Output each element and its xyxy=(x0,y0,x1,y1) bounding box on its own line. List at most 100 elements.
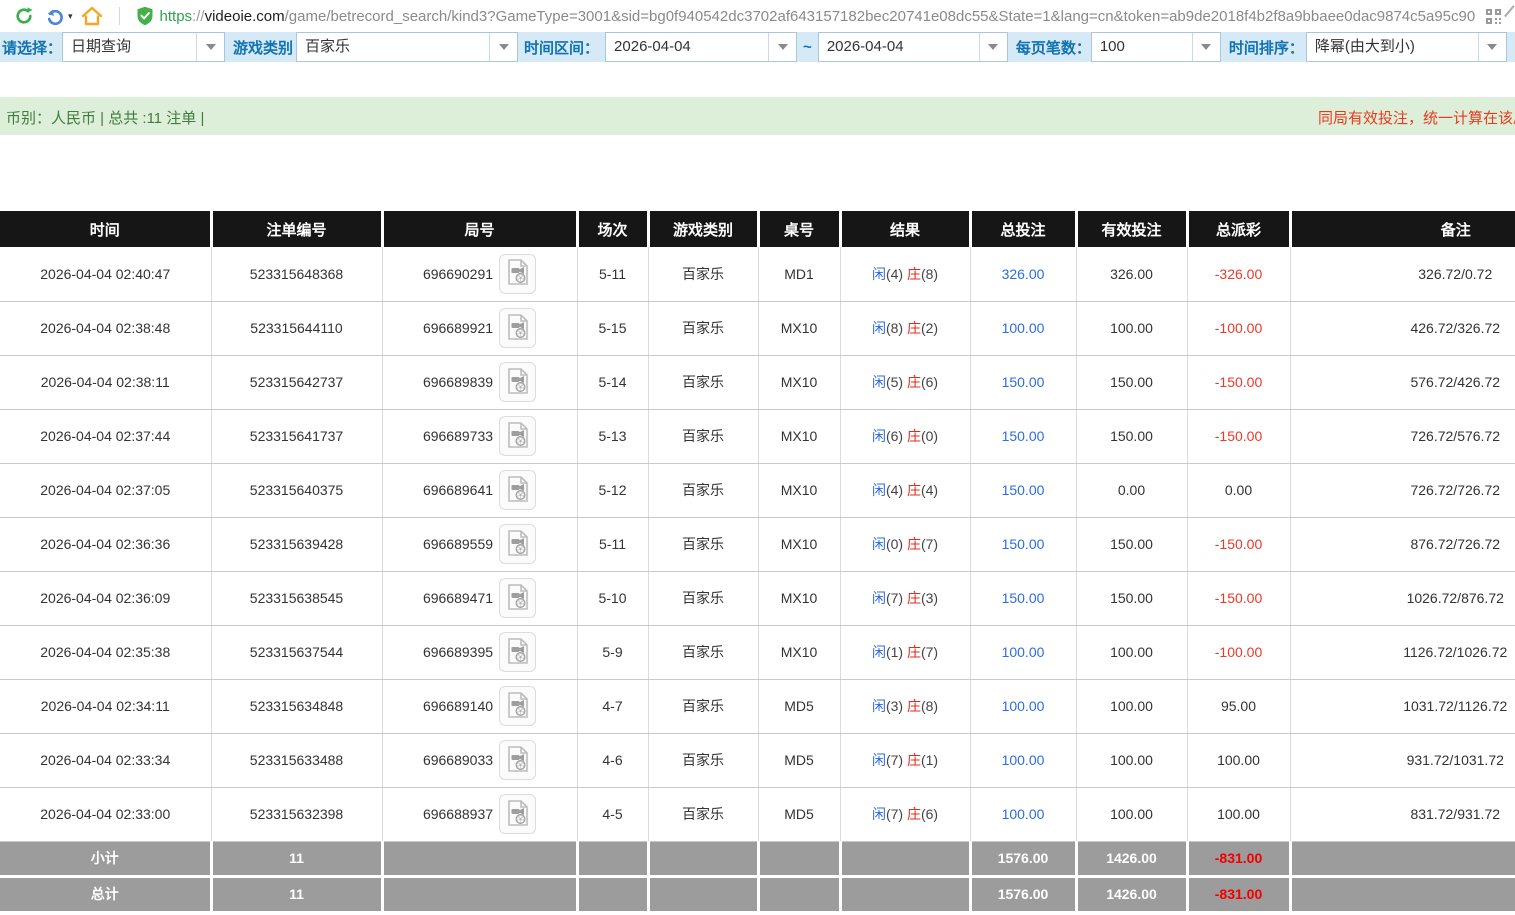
sort-order-value[interactable]: 降幂(由大到小) xyxy=(1307,33,1478,61)
sort-order-combo[interactable]: 降幂(由大到小) xyxy=(1305,32,1507,62)
player-result-points: (4) xyxy=(885,482,907,498)
cell-game-type: 百家乐 xyxy=(648,571,759,626)
video-replay-button[interactable] xyxy=(499,470,537,510)
cell-table: MX10 xyxy=(758,301,841,356)
banker-result-points: (4) xyxy=(920,482,939,498)
chevron-down-icon[interactable] xyxy=(768,33,797,61)
header-total-bet: 总投注 xyxy=(970,211,1078,247)
video-replay-button[interactable] xyxy=(499,416,537,456)
home-icon[interactable] xyxy=(81,6,103,26)
round-number: 696689033 xyxy=(422,752,494,768)
player-result-label: 闲 xyxy=(871,698,886,714)
cell-result: 闲(7) 庄(1) xyxy=(840,733,971,788)
date-to-combo[interactable]: 2026-04-04 xyxy=(817,32,1008,62)
cell-remark: 726.72/576.72 xyxy=(1290,409,1515,464)
summary-bar: 币别：人民币 | 总共 :11 注单 | 同局有效投注，统一计算在该局第一笔 xyxy=(0,97,1515,135)
cell-bet-id: 523315634848 xyxy=(211,679,383,734)
select-mode-combo[interactable]: 日期查询 xyxy=(62,32,226,62)
cell-time: 2026-04-04 02:38:48 xyxy=(0,301,212,356)
video-replay-button[interactable] xyxy=(499,686,537,726)
video-replay-button[interactable] xyxy=(499,632,537,672)
banker-result-points: (7) xyxy=(920,644,939,660)
video-replay-button[interactable] xyxy=(499,578,537,618)
select-mode-value[interactable]: 日期查询 xyxy=(63,33,196,61)
chevron-down-icon[interactable] xyxy=(1191,33,1220,61)
cell-time: 2026-04-04 02:37:44 xyxy=(0,409,212,464)
favorite-star-icon[interactable] xyxy=(1504,5,1515,25)
subtotal-empty xyxy=(382,841,579,876)
cell-bet-id: 523315640375 xyxy=(211,463,383,518)
select-mode-label: 请选择： xyxy=(2,39,63,57)
filter-bar: 请选择： 日期查询 游戏类别 百家乐 时间区间： 2026-04-04 ~ 20… xyxy=(0,32,1515,62)
cell-time: 2026-04-04 02:33:34 xyxy=(0,733,212,788)
chevron-down-icon[interactable] xyxy=(489,33,518,61)
header-remark: 备注 xyxy=(1290,211,1515,247)
cell-remark: 831.72/931.72 xyxy=(1290,787,1515,842)
player-result-label: 闲 xyxy=(871,536,886,552)
cell-payout: 0.00 xyxy=(1187,463,1291,518)
round-number: 696690291 xyxy=(422,265,494,282)
date-from-value[interactable]: 2026-04-04 xyxy=(606,33,768,61)
chevron-down-icon[interactable] xyxy=(196,33,225,61)
sort-order-label: 时间排序： xyxy=(1228,39,1304,57)
player-result-label: 闲 xyxy=(871,265,886,282)
cell-remark: 1026.72/876.72 xyxy=(1290,571,1515,626)
header-payout: 总派彩 xyxy=(1187,211,1292,247)
date-to-value[interactable]: 2026-04-04 xyxy=(819,33,979,61)
bet-record-table: 时间 注单编号 局号 场次 游戏类别 桌号 结果 总投注 有效投注 总派彩 备注… xyxy=(0,211,1515,911)
table-row: 2026-04-04 02:33:34 523315633488 696689033… xyxy=(0,733,1515,788)
subtotal-empty xyxy=(648,841,760,876)
game-type-combo[interactable]: 百家乐 xyxy=(296,32,519,62)
cell-game-type: 百家乐 xyxy=(648,625,759,680)
game-type-value[interactable]: 百家乐 xyxy=(297,33,489,61)
table-row: 2026-04-04 02:38:48 523315644110 696689921… xyxy=(0,301,1515,356)
banker-result-label: 庄 xyxy=(906,320,921,336)
round-number: 696689559 xyxy=(422,536,494,552)
chevron-down-icon[interactable] xyxy=(978,33,1007,61)
cell-session: 5-9 xyxy=(577,625,649,680)
video-replay-button[interactable] xyxy=(499,362,537,402)
cell-game-type: 百家乐 xyxy=(648,787,759,842)
banker-result-points: (8) xyxy=(920,265,939,282)
cell-valid-bet: 326.00 xyxy=(1076,247,1188,302)
cell-payout: 100.00 xyxy=(1187,787,1291,842)
cell-game-type: 百家乐 xyxy=(648,247,759,302)
cell-bet-id: 523315638545 xyxy=(211,571,383,626)
date-from-combo[interactable]: 2026-04-04 xyxy=(605,32,798,62)
chevron-down-icon[interactable] xyxy=(1477,33,1506,61)
cell-time: 2026-04-04 02:34:11 xyxy=(0,679,212,734)
cell-total-bet: 150.00 xyxy=(970,409,1077,464)
table-row: 2026-04-04 02:37:44 523315641737 696689733… xyxy=(0,409,1515,464)
security-shield-icon[interactable] xyxy=(136,6,154,26)
qr-code-icon[interactable] xyxy=(1486,8,1501,24)
undo-icon[interactable] xyxy=(46,7,66,25)
cell-time: 2026-04-04 02:37:05 xyxy=(0,463,212,518)
undo-dropdown-caret-icon[interactable]: ▾ xyxy=(68,11,73,22)
video-replay-button[interactable] xyxy=(499,253,537,294)
cell-table: MX10 xyxy=(758,409,841,464)
video-replay-button[interactable] xyxy=(499,794,537,834)
cell-time: 2026-04-04 02:36:36 xyxy=(0,517,212,572)
cell-game-type: 百家乐 xyxy=(648,355,759,410)
banker-result-label: 庄 xyxy=(906,590,921,606)
refresh-icon[interactable] xyxy=(14,6,34,26)
table-header-row: 时间 注单编号 局号 场次 游戏类别 桌号 结果 总投注 有效投注 总派彩 备注 xyxy=(0,211,1515,247)
round-number: 696689921 xyxy=(422,320,494,336)
round-number: 696689839 xyxy=(422,374,494,390)
video-replay-button[interactable] xyxy=(499,308,537,348)
video-replay-button[interactable] xyxy=(499,740,537,780)
cell-table: MX10 xyxy=(758,517,841,572)
video-replay-button[interactable] xyxy=(499,524,537,564)
page-size-value[interactable]: 100 xyxy=(1092,33,1192,61)
banker-result-label: 庄 xyxy=(906,428,921,444)
cell-remark: 726.72/726.72 xyxy=(1290,463,1515,518)
player-result-label: 闲 xyxy=(871,482,886,498)
page-size-combo[interactable]: 100 xyxy=(1090,32,1221,62)
header-time: 时间 xyxy=(0,211,213,247)
cell-table: MX10 xyxy=(758,571,841,626)
cell-bet-id: 523315633488 xyxy=(211,733,383,788)
cell-bet-id: 523315639428 xyxy=(211,517,383,572)
address-bar[interactable]: https://videoie.com/game/betrecord_searc… xyxy=(160,8,1480,25)
subtotal-total-bet: 1576.00 xyxy=(970,841,1078,876)
total-empty xyxy=(648,874,760,911)
